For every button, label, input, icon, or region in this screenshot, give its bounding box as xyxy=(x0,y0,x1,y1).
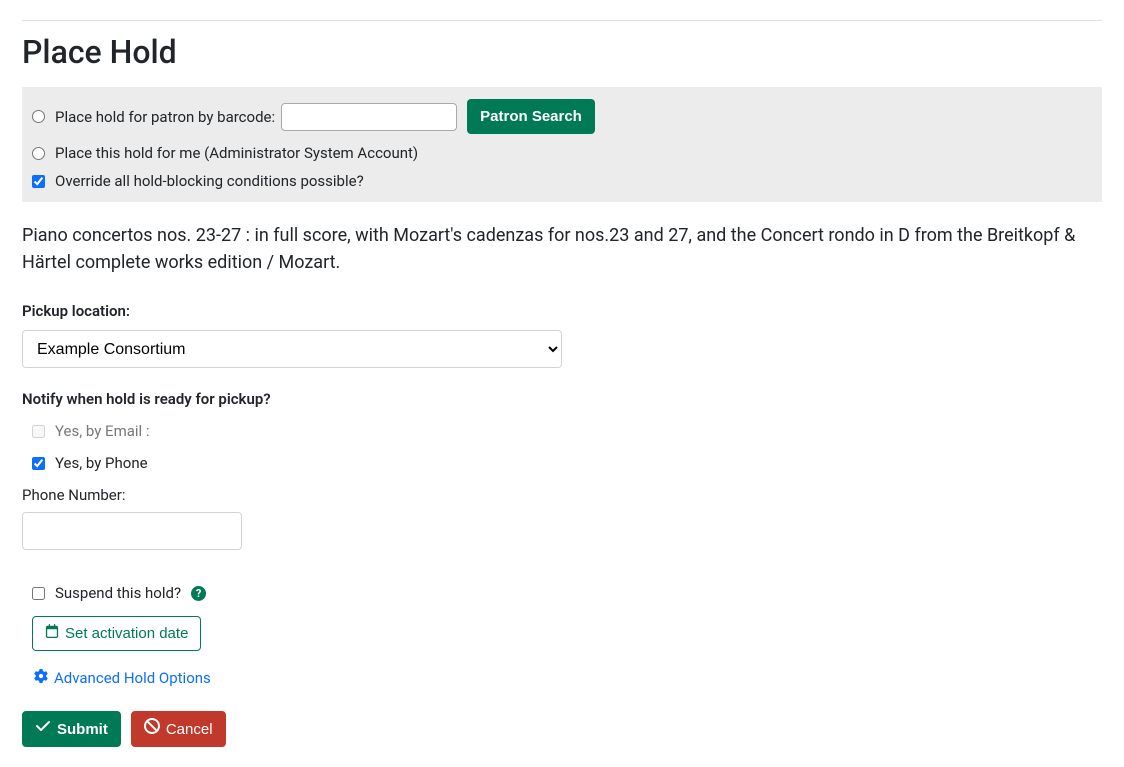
item-title: Piano concertos nos. 23-27 : in full sco… xyxy=(22,222,1102,276)
submit-button[interactable]: Submit xyxy=(22,711,121,747)
notify-label: Notify when hold is ready for pickup? xyxy=(22,390,1102,408)
override-checkbox[interactable] xyxy=(32,175,45,188)
suspend-checkbox[interactable] xyxy=(32,587,45,600)
pickup-location-select[interactable]: Example Consortium xyxy=(22,330,562,368)
help-icon[interactable]: ? xyxy=(191,586,206,601)
barcode-input[interactable] xyxy=(281,103,457,131)
override-checkbox-text: Override all hold-blocking conditions po… xyxy=(55,172,364,190)
for-me-radio[interactable] xyxy=(32,147,45,160)
for-me-radio-text: Place this hold for me (Administrator Sy… xyxy=(55,144,418,162)
hold-target-panel: Place hold for patron by barcode: Patron… xyxy=(22,87,1102,202)
set-activation-date-button[interactable]: Set activation date xyxy=(32,616,201,651)
patron-search-button[interactable]: Patron Search xyxy=(467,99,595,134)
for-me-radio-label[interactable]: Place this hold for me (Administrator Sy… xyxy=(32,144,418,162)
advanced-hold-options-link[interactable]: Advanced Hold Options xyxy=(34,669,211,687)
barcode-radio-text: Place hold for patron by barcode: xyxy=(55,108,275,126)
pickup-location-label: Pickup location: xyxy=(22,302,1102,320)
check-icon xyxy=(35,718,51,740)
notify-email-checkbox xyxy=(32,425,45,438)
notify-email-text: Yes, by Email : xyxy=(55,422,150,440)
notify-phone-text: Yes, by Phone xyxy=(55,454,148,472)
suspend-label: Suspend this hold? xyxy=(55,584,181,602)
notify-phone-checkbox[interactable] xyxy=(32,457,45,470)
submit-button-text: Submit xyxy=(57,719,108,740)
barcode-radio[interactable] xyxy=(32,110,45,123)
page-title: Place Hold xyxy=(22,33,1102,71)
barcode-radio-label[interactable]: Place hold for patron by barcode: xyxy=(32,108,275,126)
cancel-button-text: Cancel xyxy=(166,719,213,740)
override-checkbox-label[interactable]: Override all hold-blocking conditions po… xyxy=(32,172,364,190)
phone-number-input[interactable] xyxy=(22,512,242,550)
phone-number-label: Phone Number: xyxy=(22,486,1102,504)
advanced-link-text: Advanced Hold Options xyxy=(54,669,211,687)
cancel-icon xyxy=(144,718,160,740)
calendar-icon xyxy=(45,623,59,644)
gear-icon xyxy=(34,669,48,687)
activation-button-text: Set activation date xyxy=(65,623,188,644)
cancel-button[interactable]: Cancel xyxy=(131,711,226,747)
